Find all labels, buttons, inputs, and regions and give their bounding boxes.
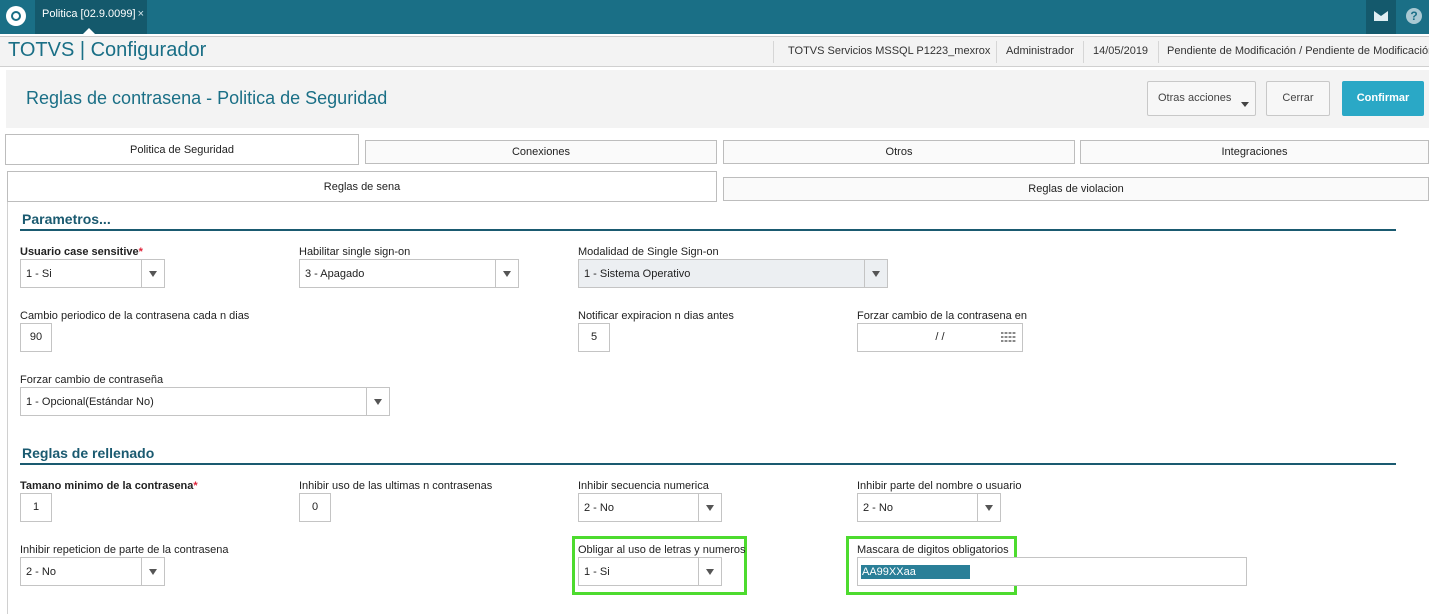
chevron-down-icon (1241, 102, 1249, 107)
chevron-down-icon[interactable] (977, 494, 1000, 521)
single-sign-on-value: 3 - Apagado (305, 268, 365, 280)
single-sign-on-label: Habilitar single sign-on (299, 246, 411, 258)
status-info: Pendiente de Modificación / Pendiente de… (1167, 45, 1429, 57)
app-title: TOTVS | Configurador (8, 39, 207, 61)
confirmar-button[interactable]: Confirmar (1342, 81, 1424, 116)
tamano-minimo-input[interactable]: 1 (20, 493, 52, 522)
chevron-down-icon[interactable] (366, 388, 389, 415)
cambio-periodico-label: Cambio periodico de la contrasena cada n… (20, 310, 250, 322)
mail-button[interactable] (1366, 0, 1396, 34)
modalidad-sso-select[interactable]: 1 - Sistema Operativo (578, 259, 888, 288)
inhibir-repeticion-label: Inhibir repeticion de parte de la contra… (20, 544, 229, 556)
obligar-letras-label: Obligar al uso de letras y numeros (578, 544, 746, 556)
otras-acciones-button[interactable]: Otras acciones (1147, 81, 1256, 116)
tab-otros[interactable]: Otros (723, 140, 1075, 164)
otras-acciones-label: Otras acciones (1158, 92, 1232, 104)
forzar-cambio-en-value: / / (935, 331, 945, 343)
close-icon[interactable]: × (138, 0, 144, 28)
inhibir-repeticion-value: 2 - No (26, 566, 56, 578)
divider (773, 41, 774, 63)
subtab-reglas-sena[interactable]: Reglas de sena (7, 171, 717, 202)
required-mark: * (193, 480, 198, 492)
inhibir-secuencia-select[interactable]: 2 - No (578, 493, 722, 522)
chevron-down-icon[interactable] (698, 494, 721, 521)
usuario-case-value: 1 - Si (26, 268, 52, 280)
tab-integraciones[interactable]: Integraciones (1080, 140, 1429, 164)
forzar-cambio-en-label: Forzar cambio de la contrasena en (857, 310, 1027, 322)
cerrar-button[interactable]: Cerrar (1266, 81, 1330, 116)
tamano-minimo-label: Tamano minimo de la contrasena* (20, 480, 198, 492)
mascara-digitos-label: Mascara de digitos obligatorios (857, 544, 1009, 556)
chevron-down-icon[interactable] (141, 260, 164, 287)
forzar-cambio-value: 1 - Opcional(Estándar No) (26, 396, 154, 408)
mascara-digitos-value: AA99XXaa (861, 565, 970, 579)
chevron-down-icon[interactable] (141, 558, 164, 585)
mascara-digitos-input[interactable]: AA99XXaa (857, 557, 1247, 586)
section-parametros-title: Parametros... (22, 211, 111, 227)
inhibir-ultimas-label: Inhibir uso de las ultimas n contrasenas (299, 480, 493, 492)
cambio-periodico-input[interactable]: 90 (20, 323, 52, 352)
section-divider (20, 463, 1396, 465)
inhibir-secuencia-value: 2 - No (584, 502, 614, 514)
environment-info: TOTVS Servicios MSSQL P1223_mexrox (788, 45, 991, 57)
subtab-reglas-violacion[interactable]: Reglas de violacion (723, 177, 1429, 201)
modalidad-sso-label: Modalidad de Single Sign-on (578, 246, 719, 258)
divider (996, 41, 997, 63)
notificar-expiracion-label: Notificar expiracion n dias antes (578, 310, 734, 322)
inhibir-nombre-select[interactable]: 2 - No (857, 493, 1001, 522)
obligar-letras-value: 1 - Si (584, 566, 610, 578)
totvs-logo-icon[interactable] (6, 6, 26, 26)
inhibir-secuencia-label: Inhibir secuencia numerica (578, 480, 709, 492)
inhibir-nombre-value: 2 - No (863, 502, 893, 514)
mail-icon (1374, 11, 1388, 21)
form-content: Parametros... Usuario case sensitive* 1 … (7, 202, 1429, 614)
usuario-case-label: Usuario case sensitive* (20, 246, 143, 258)
forzar-cambio-label: Forzar cambio de contraseña (20, 374, 164, 386)
inhibir-ultimas-input[interactable]: 0 (299, 493, 331, 522)
chevron-down-icon[interactable] (495, 260, 518, 287)
section-divider (20, 229, 1396, 231)
single-sign-on-select[interactable]: 3 - Apagado (299, 259, 519, 288)
section-rellenado-title: Reglas de rellenado (22, 445, 155, 461)
help-button[interactable]: ? (1399, 0, 1429, 34)
notificar-expiracion-input[interactable]: 5 (578, 323, 610, 352)
tab-conexiones[interactable]: Conexiones (365, 140, 717, 164)
chevron-down-icon[interactable] (864, 260, 887, 287)
chevron-down-icon[interactable] (698, 558, 721, 585)
date-info: 14/05/2019 (1093, 45, 1149, 57)
calendar-icon[interactable] (1001, 332, 1016, 343)
app-bar: TOTVS | Configurador TOTVS Servicios MSS… (0, 36, 1429, 67)
user-info: Administrador (1006, 45, 1074, 57)
tab-politica-seguridad[interactable]: Politica de Seguridad (5, 134, 359, 165)
divider (1083, 41, 1084, 63)
inhibir-repeticion-select[interactable]: 2 - No (20, 557, 165, 586)
forzar-cambio-select[interactable]: 1 - Opcional(Estándar No) (20, 387, 390, 416)
modalidad-sso-value: 1 - Sistema Operativo (584, 268, 691, 280)
open-tab-label: Politica [02.9.0099] (42, 8, 136, 20)
top-bar: Politica [02.9.0099] × ? (0, 0, 1429, 34)
forzar-cambio-en-date-input[interactable]: / / (857, 323, 1023, 352)
usuario-case-select[interactable]: 1 - Si (20, 259, 165, 288)
active-tab-indicator (83, 28, 95, 34)
inhibir-nombre-label: Inhibir parte del nombre o usuario (857, 480, 1022, 492)
page-header: Reglas de contrasena - Politica de Segur… (6, 70, 1429, 128)
required-mark: * (138, 246, 143, 258)
divider (1158, 41, 1159, 63)
obligar-letras-select[interactable]: 1 - Si (578, 557, 722, 586)
open-tab-politica[interactable]: Politica [02.9.0099] × (35, 0, 147, 34)
usuario-case-label-text: Usuario case sensitive (20, 246, 139, 258)
help-icon: ? (1406, 8, 1422, 24)
page-title: Reglas de contrasena - Politica de Segur… (26, 88, 388, 108)
tamano-minimo-label-text: Tamano minimo de la contrasena (20, 480, 194, 492)
